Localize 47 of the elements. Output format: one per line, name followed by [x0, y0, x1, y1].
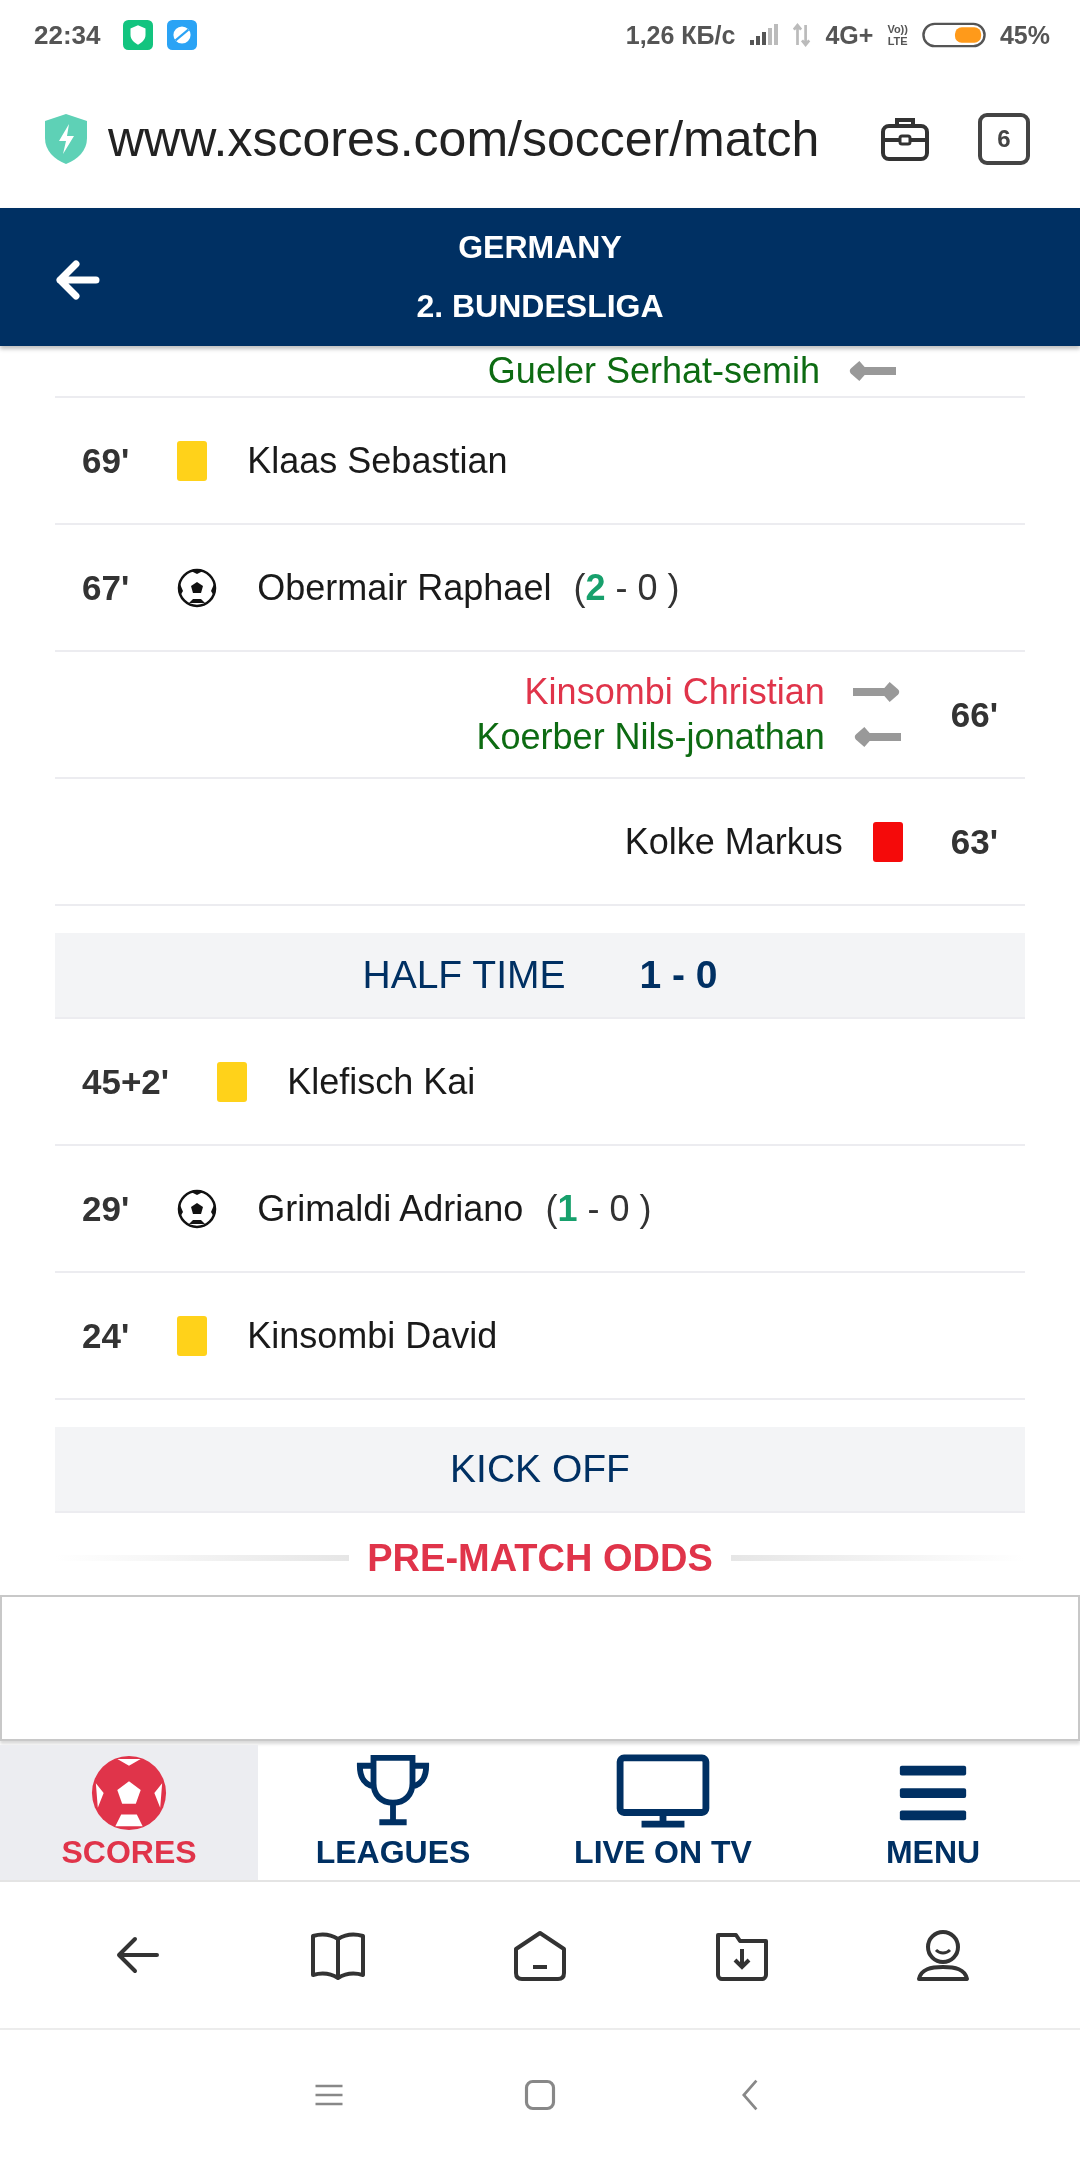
data-arrows-icon [793, 22, 812, 48]
country-title: GERMANY [458, 229, 622, 266]
event-minute: 29' [82, 1188, 130, 1229]
goal-score: (2 - 0 ) [573, 566, 680, 609]
nav-tab[interactable]: LEAGUES [258, 1745, 528, 1880]
status-time: 22:34 [34, 19, 101, 51]
soccer-ball-icon [177, 1188, 218, 1229]
event-minute: 45+2' [82, 1061, 170, 1102]
network-type: 4G+ [825, 20, 874, 50]
event-minute: 63' [950, 821, 998, 862]
tab-count-button[interactable]: 6 [978, 113, 1030, 165]
player-out-name: Kinsombi Christian [524, 671, 825, 713]
period-label: KICK OFF [450, 1447, 630, 1491]
player-name: Obermair Raphael [257, 566, 552, 609]
player-name: Kolke Markus [624, 820, 843, 863]
browser-app-icon [166, 20, 197, 50]
period-score: 1 - 0 [639, 953, 718, 997]
goal-score: (1 - 0 ) [545, 1187, 652, 1230]
nav-tab[interactable]: MENU [798, 1745, 1068, 1880]
event-minute: 66' [950, 694, 998, 735]
league-title: 2. BUNDESLIGA [416, 288, 664, 325]
player-in-name: Koerber Nils-jonathan [476, 716, 825, 758]
event-minute: 24' [82, 1315, 130, 1356]
soccer-ball-icon [177, 567, 218, 608]
soccer-ball-icon [90, 1754, 168, 1832]
event-minute: 69' [82, 440, 130, 481]
period-label: HALF TIME [362, 953, 566, 997]
section-title: PRE-MATCH ODDS [367, 1536, 713, 1581]
back-arrow-icon[interactable] [54, 260, 100, 300]
shield-icon [42, 112, 90, 166]
player-name: Kinsombi David [247, 1314, 498, 1357]
player-name: Grimaldi Adriano [257, 1187, 524, 1230]
battery-percent: 45% [999, 20, 1050, 50]
nav-tab[interactable]: LIVE ON TV [528, 1745, 798, 1880]
volte-indicator: Vo)) LTE [887, 23, 908, 47]
briefcase-icon[interactable] [880, 116, 930, 162]
player-name: Klefisch Kai [287, 1060, 476, 1103]
nav-tab[interactable]: SCORES [0, 1745, 258, 1880]
url-text[interactable]: www.xscores.com/soccer/match [108, 110, 862, 168]
signal-icon [749, 24, 780, 46]
home-button-icon[interactable] [522, 2077, 558, 2113]
battery-icon [921, 22, 986, 48]
shield-app-icon [122, 20, 153, 50]
network-speed: 1,26 КБ/с [625, 20, 736, 50]
player-in-name: Gueler Serhat-semih [487, 350, 820, 392]
player-name: Klaas Sebastian [247, 439, 508, 482]
event-minute: 67' [82, 567, 130, 608]
